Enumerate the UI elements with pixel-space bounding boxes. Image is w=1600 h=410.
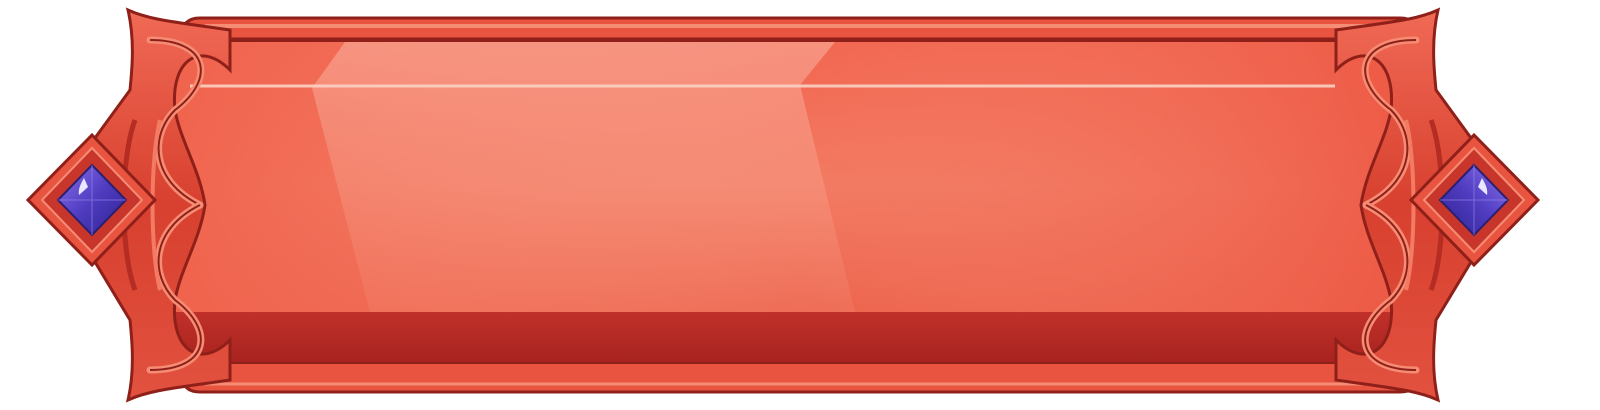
panel-shine [312,42,855,312]
game-banner-frame [0,0,1600,410]
panel-bottom-band [170,312,1430,362]
left-ornament-gem-icon [28,10,230,400]
right-ornament-gem-icon [1336,10,1538,400]
banner-graphic [0,0,1600,410]
